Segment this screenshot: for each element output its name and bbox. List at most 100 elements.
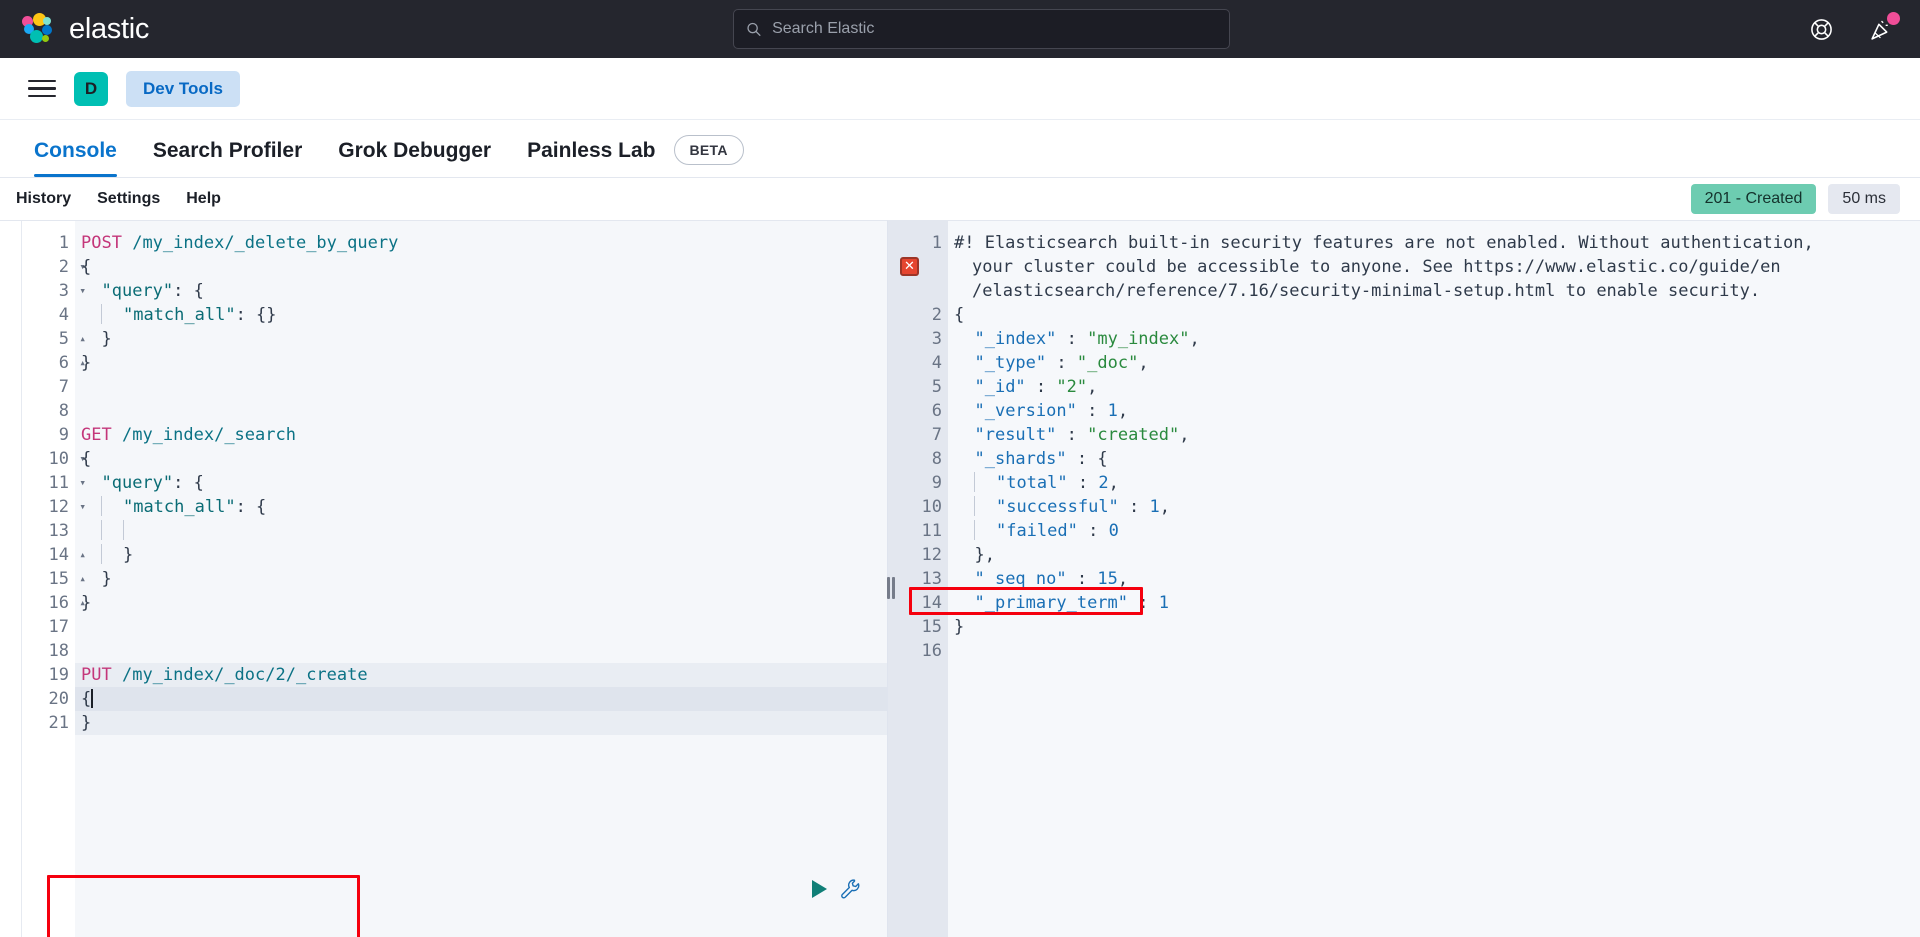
code-line [75,519,887,543]
help-icon[interactable] [1806,14,1836,44]
line-number: 14 [921,593,942,613]
line-number: 6 ▴ [58,353,86,373]
code-line: "_primary_term" : 1 [974,593,1170,613]
line-number: 3 ▾ [58,281,86,301]
request-actions [812,877,863,901]
status-badge: 201 - Created [1690,184,1817,214]
line-number: 11 ▾ [48,473,86,493]
line-number: 10 ▾ [48,449,86,469]
notification-badge [1887,12,1900,25]
line-number: 7 [931,425,942,445]
code-line: } [75,543,887,567]
line-number: 6 [931,401,942,421]
request-gutter: 1 2 ▾ 3 ▾ 4 5 ▴ 6 ▴ 7 8 9 10 ▾ 11 ▾ 12 ▾ 13 14 ▴ 15 ▴ 16 ▴ 17 18 19 2… [22,221,86,937]
tab-console[interactable]: Console [16,139,135,177]
code-line: { [81,257,92,277]
response-editor[interactable]: ✕ 12▾345678▾9101112▴131415▴16 #! Elastic… [887,220,1920,937]
code-line: } [81,353,92,373]
code-line: "query": { [101,281,204,301]
subnav-history[interactable]: History [16,190,71,208]
code-line: "_version" : 1, [974,401,1129,421]
line-number: 14 ▴ [48,545,86,565]
code-line: } [101,569,112,589]
header-actions [1806,0,1900,58]
line-number: 11 [921,521,942,541]
line-number: 17 [48,617,69,637]
global-header: elastic [0,0,1920,58]
code-line: } [954,617,965,637]
tab-painless-lab[interactable]: Painless Lab [509,139,673,177]
line-number: 12▴ [888,543,959,567]
line-number: 4 [931,353,942,373]
brand: elastic [22,12,150,46]
response-gutter: ✕ 12▾345678▾9101112▴131415▴16 [888,221,959,937]
hamburger-icon[interactable] [28,75,56,103]
code-line: "query": { [101,473,204,493]
line-number: 9 [931,473,942,493]
code-line: { [75,687,887,711]
console-panes: 1 2 ▾ 3 ▾ 4 5 ▴ 6 ▴ 7 8 9 10 ▾ 11 ▾ 12 ▾ 13 14 ▴ 15 ▴ 16 ▴ 17 18 19 2… [0,220,1920,937]
breadcrumb-dev-tools[interactable]: Dev Tools [126,70,240,107]
breadcrumb-bar: D Dev Tools [0,58,1920,120]
code-line: "match_all": { [75,495,887,519]
elastic-logo-icon [22,12,55,46]
code-line: { [81,449,92,469]
tab-search-profiler[interactable]: Search Profiler [135,139,320,177]
global-search[interactable] [733,9,1230,49]
code-line: } [101,329,112,349]
code-line: "_shards" : { [974,449,1108,469]
code-line: PUT /my_index/_doc/2/_create [75,663,887,687]
subnav-settings[interactable]: Settings [97,190,160,208]
tab-grok-debugger[interactable]: Grok Debugger [320,139,509,177]
line-number: 9 [58,425,69,445]
brand-title: elastic [69,12,150,45]
line-number: 15▴ [888,615,959,639]
line-number: 7 [58,377,69,397]
line-number: 15▴ [48,569,86,589]
line-number: 13 [921,569,942,589]
response-code: #! Elasticsearch built-in security featu… [948,221,1920,937]
line-number: 8▾ [888,447,959,471]
subnav-help[interactable]: Help [186,190,221,208]
line-number: 2▾ [58,257,86,277]
response-warning-line: /elasticsearch/reference/7.16/security-m… [972,281,1761,301]
code-line: "_seq_no" : 15, [974,569,1129,589]
line-number: 1 [931,233,942,253]
line-number: 3 [931,329,942,349]
cheer-icon[interactable] [1866,12,1900,44]
pane-splitter[interactable] [886,220,896,937]
line-number: 13 [48,521,69,541]
space-avatar[interactable]: D [74,71,108,106]
search-input[interactable] [772,20,1217,38]
code-line: GET /my_index/_search [81,425,296,445]
editor-left-edge [0,221,22,937]
line-number: 2▾ [888,303,959,327]
code-line: { [954,305,965,325]
code-line: } [75,711,887,735]
line-number: 8 [58,401,69,421]
line-number: 1 [58,233,69,253]
line-number: 5 ▴ [58,329,86,349]
play-icon[interactable] [812,880,827,898]
code-line: "match_all": {} [75,303,887,327]
line-number: 16 [921,641,942,661]
request-editor[interactable]: 1 2 ▾ 3 ▾ 4 5 ▴ 6 ▴ 7 8 9 10 ▾ 11 ▾ 12 ▾ 13 14 ▴ 15 ▴ 16 ▴ 17 18 19 2… [0,220,887,937]
code-line: } [81,593,92,613]
request-code[interactable]: POST /my_index/_delete_by_query { "query… [75,221,887,937]
response-warning-line: #! Elasticsearch built-in security featu… [954,233,1814,253]
latency-badge: 50 ms [1828,184,1900,214]
line-number: 16 ▴ [48,593,86,613]
beta-badge: BETA [673,135,744,165]
wrench-icon[interactable] [839,877,863,901]
line-number: 18 [48,641,69,661]
code-line: "_type" : "_doc", [974,353,1149,373]
line-number: 10 [921,497,942,517]
line-number: 21▴ [22,711,86,735]
console-subnav: History Settings Help 201 - Created 50 m… [0,178,1920,220]
line-number: 12 ▾ [48,497,86,517]
